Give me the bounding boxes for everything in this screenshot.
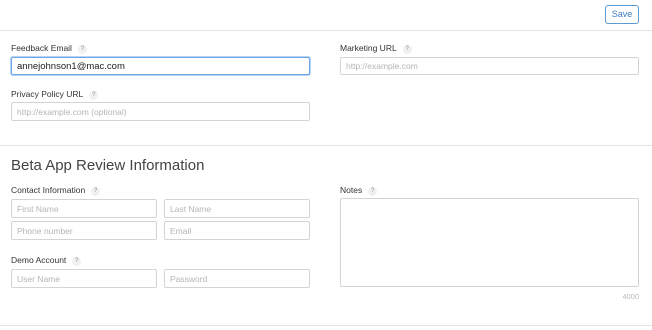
demo-account-label-text: Demo Account xyxy=(11,255,67,265)
contact-info-label: Contact Information? xyxy=(11,185,101,196)
email-input[interactable] xyxy=(164,221,310,240)
privacy-url-label: Privacy Policy URL? xyxy=(11,89,99,100)
section-title: Beta App Review Information xyxy=(11,157,205,174)
notes-label: Notes? xyxy=(340,185,378,196)
contact-info-label-text: Contact Information xyxy=(11,185,86,195)
help-icon[interactable]: ? xyxy=(91,187,101,196)
last-name-input[interactable] xyxy=(164,199,310,218)
section-divider xyxy=(0,145,652,146)
save-button[interactable]: Save xyxy=(605,5,639,24)
phone-input[interactable] xyxy=(11,221,157,240)
marketing-url-label: Marketing URL? xyxy=(340,43,412,54)
privacy-url-input[interactable] xyxy=(11,102,310,121)
privacy-url-label-text: Privacy Policy URL xyxy=(11,89,84,99)
help-icon[interactable]: ? xyxy=(72,257,82,266)
help-icon[interactable]: ? xyxy=(89,91,99,100)
help-icon[interactable]: ? xyxy=(77,45,87,54)
feedback-email-label: Feedback Email? xyxy=(11,43,87,54)
marketing-url-label-text: Marketing URL xyxy=(340,43,397,53)
username-input[interactable] xyxy=(11,269,157,288)
notes-character-counter: 4000 xyxy=(622,292,639,301)
first-name-input[interactable] xyxy=(11,199,157,218)
help-icon[interactable]: ? xyxy=(402,45,412,54)
notes-textarea[interactable] xyxy=(340,198,639,287)
notes-label-text: Notes xyxy=(340,185,363,195)
help-icon[interactable]: ? xyxy=(368,187,378,196)
top-toolbar: Save xyxy=(0,0,652,31)
marketing-url-input[interactable] xyxy=(340,57,639,75)
feedback-email-input[interactable] xyxy=(11,57,310,75)
demo-account-label: Demo Account? xyxy=(11,255,82,266)
password-input[interactable] xyxy=(164,269,310,288)
feedback-email-label-text: Feedback Email xyxy=(11,43,72,53)
bottom-divider xyxy=(0,325,652,326)
